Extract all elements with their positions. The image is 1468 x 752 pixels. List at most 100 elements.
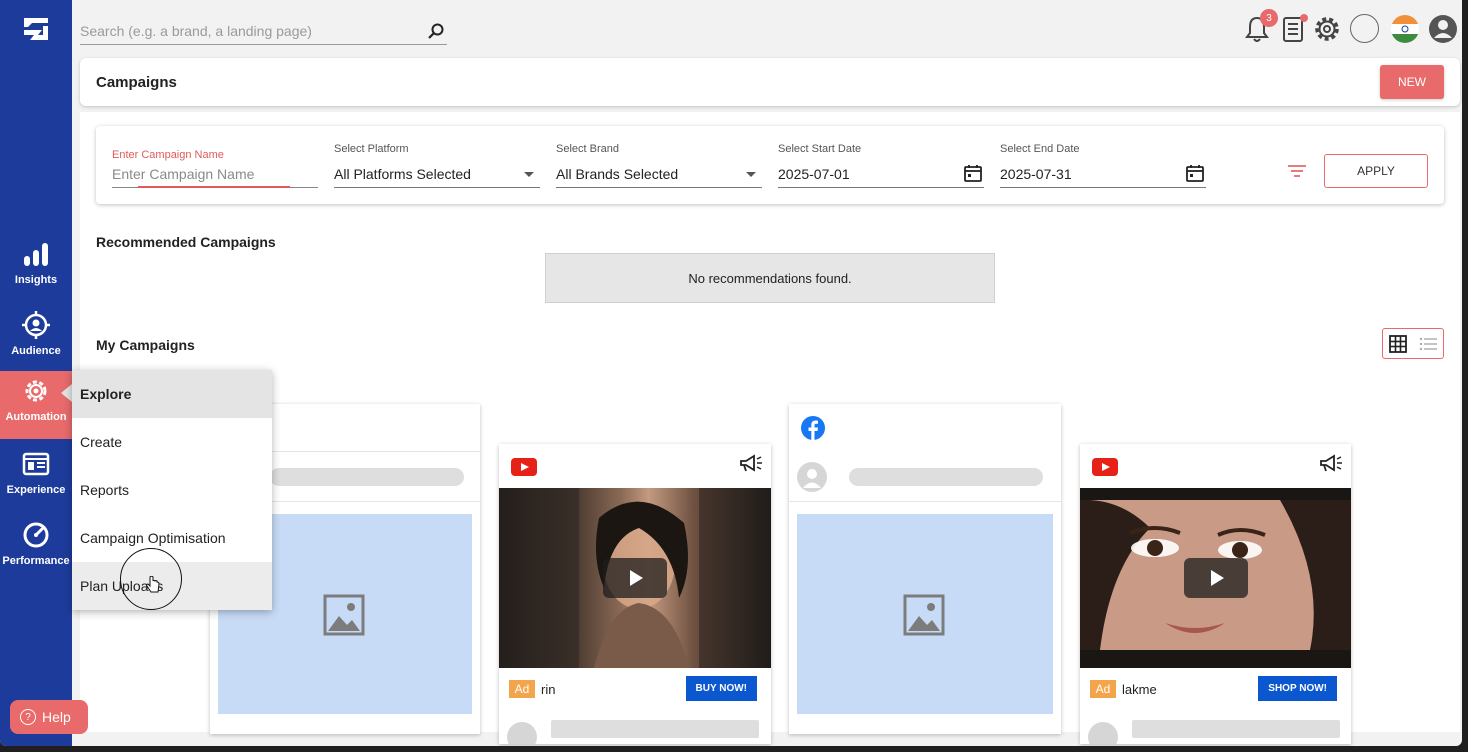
placeholder-bar: [270, 468, 464, 486]
profile-circle-icon[interactable]: [1350, 14, 1379, 43]
campaign-card[interactable]: [789, 404, 1061, 734]
megaphone-icon[interactable]: [739, 454, 763, 474]
youtube-icon: [511, 458, 537, 476]
video-thumbnail[interactable]: [499, 488, 771, 668]
layout-icon: [22, 452, 50, 476]
placeholder-bar: [1132, 720, 1340, 738]
start-date-input[interactable]: 2025-07-01: [778, 166, 850, 182]
india-flag-icon[interactable]: [1390, 14, 1420, 44]
apply-button[interactable]: APPLY: [1324, 154, 1428, 188]
sidebar: Insights Audience Automation Experience …: [0, 0, 72, 746]
help-label: Help: [42, 709, 71, 725]
menu-item-campaign-optimisation[interactable]: Campaign Optimisation: [72, 514, 272, 562]
campaign-card[interactable]: Ad rin BUY NOW!: [499, 444, 771, 744]
ad-brand-name: lakme: [1122, 682, 1157, 697]
list-view-button[interactable]: [1413, 329, 1443, 358]
megaphone-icon[interactable]: [1319, 454, 1343, 474]
platform-underline: [334, 187, 540, 188]
search-bar: [80, 18, 447, 45]
placeholder-avatar: [1088, 722, 1118, 744]
chevron-down-icon[interactable]: [524, 172, 534, 177]
play-button[interactable]: [1183, 558, 1248, 598]
view-toggle: [1382, 328, 1444, 359]
filter-icon[interactable]: [1288, 164, 1306, 178]
main-content: Enter Campaign Name Enter Campaign Name …: [80, 112, 1460, 744]
brand-label: Select Brand: [556, 143, 619, 155]
ad-tag: Ad: [509, 680, 535, 698]
sidebar-item-label: Experience: [6, 484, 66, 496]
card-placeholder-row: [499, 712, 771, 744]
sidebar-item-label: Audience: [11, 345, 61, 357]
bar-chart-icon: [24, 243, 48, 266]
campaign-name-field[interactable]: Enter Campaign Name: [112, 166, 254, 182]
logo-icon[interactable]: [22, 16, 50, 42]
play-button[interactable]: [603, 558, 667, 598]
menu-item-create[interactable]: Create: [72, 418, 272, 466]
grid-icon: [1389, 334, 1407, 353]
sidebar-item-insights[interactable]: Insights: [0, 234, 72, 302]
gear-icon: [25, 380, 47, 402]
notification-badge: 3: [1260, 9, 1278, 27]
platform-label: Select Platform: [334, 143, 409, 155]
ad-brand-name: rin: [541, 682, 556, 697]
calendar-icon[interactable]: [1186, 164, 1204, 182]
sidebar-item-automation[interactable]: Automation: [0, 371, 72, 439]
menu-item-explore[interactable]: Explore: [72, 370, 272, 418]
menu-pointer: [61, 384, 72, 402]
end-date-label: Select End Date: [1000, 143, 1080, 155]
ad-row: Ad lakme SHOP NOW!: [1080, 668, 1351, 712]
grid-view-button[interactable]: [1383, 329, 1413, 358]
end-date-underline: [1000, 187, 1206, 188]
platform-select[interactable]: All Platforms Selected: [334, 166, 471, 182]
sidebar-item-experience[interactable]: Experience: [0, 444, 72, 512]
end-date-input[interactable]: 2025-07-31: [1000, 166, 1072, 182]
ad-row: Ad rin BUY NOW!: [499, 668, 771, 712]
campaign-name-label: Enter Campaign Name: [112, 149, 224, 161]
start-date-label: Select Start Date: [778, 143, 862, 155]
placeholder-bar: [551, 720, 759, 738]
chevron-down-icon[interactable]: [746, 172, 756, 177]
notification-dot: [1300, 14, 1308, 22]
sidebar-item-performance[interactable]: Performance: [0, 515, 72, 583]
campaign-card[interactable]: Ad lakme SHOP NOW!: [1080, 444, 1351, 744]
brand-select[interactable]: All Brands Selected: [556, 166, 678, 182]
image-placeholder: [797, 514, 1053, 714]
video-thumbnail[interactable]: [1080, 488, 1351, 668]
placeholder-bar: [849, 468, 1043, 486]
help-button[interactable]: ? Help: [10, 700, 88, 734]
facebook-icon: [801, 416, 825, 440]
settings-gear-icon[interactable]: [1312, 14, 1342, 44]
buy-now-button[interactable]: BUY NOW!: [685, 676, 757, 701]
sidebar-item-label: Automation: [5, 411, 67, 423]
search-input[interactable]: [80, 18, 410, 44]
sidebar-item-label: Insights: [14, 274, 58, 286]
shop-now-button[interactable]: SHOP NOW!: [1258, 676, 1337, 701]
search-icon[interactable]: [427, 22, 445, 40]
card-placeholder-row: [1080, 712, 1351, 744]
image-icon: [323, 594, 365, 636]
menu-item-reports[interactable]: Reports: [72, 466, 272, 514]
sidebar-item-audience[interactable]: Audience: [0, 305, 72, 373]
ad-tag: Ad: [1090, 680, 1116, 698]
youtube-icon: [1092, 458, 1118, 476]
list-icon: [1419, 337, 1437, 350]
start-date-underline: [778, 187, 984, 188]
no-recommendations-message: No recommendations found.: [545, 253, 995, 303]
avatar-icon: [803, 469, 821, 488]
account-icon[interactable]: [1428, 14, 1458, 44]
page-header: Campaigns NEW: [80, 58, 1460, 106]
new-campaign-button[interactable]: NEW: [1380, 65, 1444, 99]
filter-bar: Enter Campaign Name Enter Campaign Name …: [96, 126, 1444, 204]
page-title: Campaigns: [96, 74, 177, 91]
image-icon: [903, 594, 945, 636]
target-icon: [22, 311, 50, 339]
recommended-title: Recommended Campaigns: [96, 234, 276, 250]
campaign-name-focus-line: [138, 186, 290, 188]
app-window: Insights Audience Automation Experience …: [0, 0, 1462, 746]
my-campaigns-title: My Campaigns: [96, 337, 195, 353]
placeholder-avatar: [797, 462, 827, 492]
hand-cursor-icon: [146, 576, 160, 593]
gauge-icon: [23, 522, 49, 548]
calendar-icon[interactable]: [964, 164, 982, 182]
placeholder-avatar: [507, 722, 537, 744]
